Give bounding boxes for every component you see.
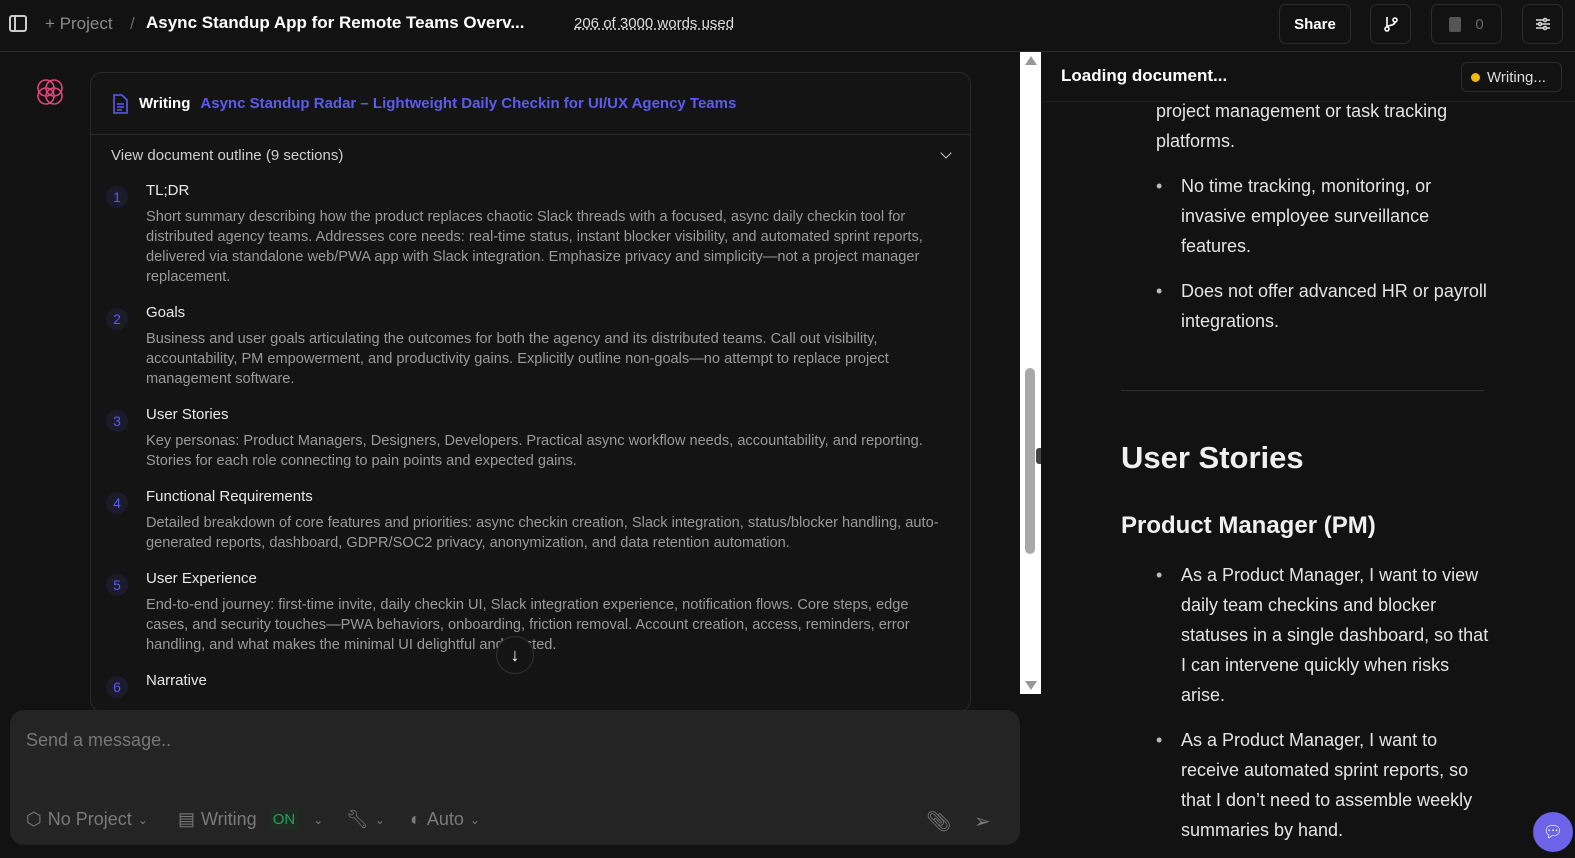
section-number: 6: [106, 669, 146, 703]
scroll-down-button[interactable]: ↓: [496, 636, 534, 674]
project-selector[interactable]: ⬡ No Project ⌄: [26, 809, 148, 830]
section-title: Narrative: [146, 672, 207, 689]
section-title: TL;DR: [146, 182, 190, 199]
section-title: Goals: [146, 304, 186, 321]
chevron-down-icon: ⌄: [137, 812, 148, 827]
writing-state: ON: [268, 809, 300, 830]
section-number: 4: [106, 485, 146, 563]
writing-toggle-label: Writing: [201, 809, 257, 829]
document-icon: [113, 93, 128, 114]
divider: [1121, 390, 1484, 391]
section-title: User Stories: [146, 406, 229, 423]
section-number: 5: [106, 567, 146, 665]
sidebar-toggle-icon[interactable]: [9, 15, 27, 32]
outline-section: 6 Narrative: [91, 669, 970, 703]
chat-support-button[interactable]: 💬︎: [1533, 812, 1573, 852]
message-composer: Send a message.. ⬡ No Project ⌄ ▤ Writing ON…: [10, 710, 1020, 845]
send-icon: ➢: [974, 811, 991, 833]
settings-button[interactable]: [1522, 4, 1563, 44]
outline-section: 1 TL;DR Short summary describing how the p…: [91, 179, 970, 297]
branch-button[interactable]: [1370, 4, 1411, 44]
breadcrumb-separator: /: [130, 14, 135, 33]
chevron-down-icon: ⌄: [313, 812, 324, 827]
cube-icon: ⬡: [26, 809, 42, 829]
top-bar: + Project / Async Standup App for Remote…: [0, 0, 1575, 52]
model-selector-label: Auto: [426, 809, 464, 829]
branch-icon: [1383, 17, 1398, 32]
list-item: As a Product Manager, I want to receive …: [1156, 725, 1491, 845]
status-dot-icon: [1471, 72, 1480, 82]
brain-icon: ◐: [410, 809, 421, 829]
writing-card: Writing Async Standup Radar – Lightweigh…: [90, 72, 971, 712]
list-item: Does not offer advanced HR or payroll in…: [1156, 276, 1496, 336]
wrench-icon: 🔧︎: [346, 809, 369, 829]
outline-section: 3 User Stories Key personas: Product Manag…: [91, 403, 970, 481]
chevron-down-icon: ⌄: [374, 812, 385, 827]
section-description: Short summary describing how the product…: [146, 209, 923, 285]
scroll-up-arrow-icon[interactable]: [1025, 56, 1037, 65]
heading-user-stories: User Stories: [1121, 440, 1304, 475]
assistant-logo-icon: [37, 79, 63, 105]
model-selector[interactable]: ◐ Auto ⌄: [410, 809, 480, 830]
loading-status: Loading document...: [1061, 66, 1228, 85]
scroll-down-arrow-icon[interactable]: [1025, 681, 1037, 690]
scrollbar-thumb[interactable]: [1025, 368, 1035, 554]
outline-toggle[interactable]: View document outline (9 sections): [91, 135, 970, 175]
files-button[interactable]: 0: [1431, 4, 1502, 44]
section-title: User Experience: [146, 570, 257, 587]
writing-status-badge: Writing...: [1461, 62, 1562, 92]
sliders-icon: [1535, 17, 1550, 31]
chevron-down-icon: [940, 147, 952, 159]
file-icon: [1449, 16, 1462, 32]
outline-toggle-label: View document outline (9 sections): [111, 146, 344, 164]
chat-bubble-icon: 💬︎: [1542, 824, 1564, 841]
section-description: Key personas: Product Managers, Designer…: [146, 433, 923, 469]
partial-paragraph: project management or task tracking plat…: [1156, 101, 1448, 151]
chevron-down-icon: ⌄: [469, 812, 480, 827]
send-button[interactable]: ➢: [974, 809, 991, 834]
paperclip-icon: 📎︎: [926, 811, 952, 833]
project-selector-label: No Project: [47, 809, 132, 829]
word-usage[interactable]: 206 of 3000 words used: [574, 15, 734, 32]
section-description: Detailed breakdown of core features and …: [146, 515, 939, 551]
files-count: 0: [1475, 15, 1484, 33]
document-title[interactable]: Async Standup App for Remote Teams Overv…: [146, 13, 525, 33]
list-item: No time tracking, monitoring, or invasiv…: [1156, 171, 1496, 261]
section-number: 2: [106, 301, 146, 399]
outline-section: 2 Goals Business and user goals articulati…: [91, 301, 970, 399]
message-input[interactable]: Send a message..: [26, 730, 171, 751]
arrow-down-icon: ↓: [510, 644, 520, 665]
writing-label: Writing: [139, 95, 191, 112]
document-panel: Loading document... Writing... project m…: [1041, 52, 1575, 858]
attach-button[interactable]: 📎︎: [926, 809, 951, 834]
section-title: Functional Requirements: [146, 488, 313, 505]
list-item: As a Product Manager, I want to view dai…: [1156, 560, 1491, 710]
share-button[interactable]: Share: [1279, 4, 1351, 44]
section-number: 3: [106, 403, 146, 481]
tools-selector[interactable]: 🔧︎ ⌄: [346, 809, 385, 830]
section-description: Business and user goals articulating the…: [146, 331, 889, 387]
outline-section: 4 Functional Requirements Detailed breakdo…: [91, 485, 970, 563]
section-number: 1: [106, 179, 146, 297]
document-link[interactable]: Async Standup Radar – Lightweight Daily …: [200, 95, 736, 112]
writing-status-text: Writing...: [1487, 68, 1546, 86]
heading-product-manager: Product Manager (PM): [1121, 512, 1376, 539]
section-description: End-to-end journey: first-time invite, d…: [146, 597, 910, 653]
project-link[interactable]: + Project: [45, 14, 113, 34]
writing-toggle[interactable]: ▤ Writing ON ⌄: [178, 809, 323, 830]
document-icon: ▤: [178, 809, 196, 829]
scrollbar[interactable]: [1020, 52, 1041, 694]
